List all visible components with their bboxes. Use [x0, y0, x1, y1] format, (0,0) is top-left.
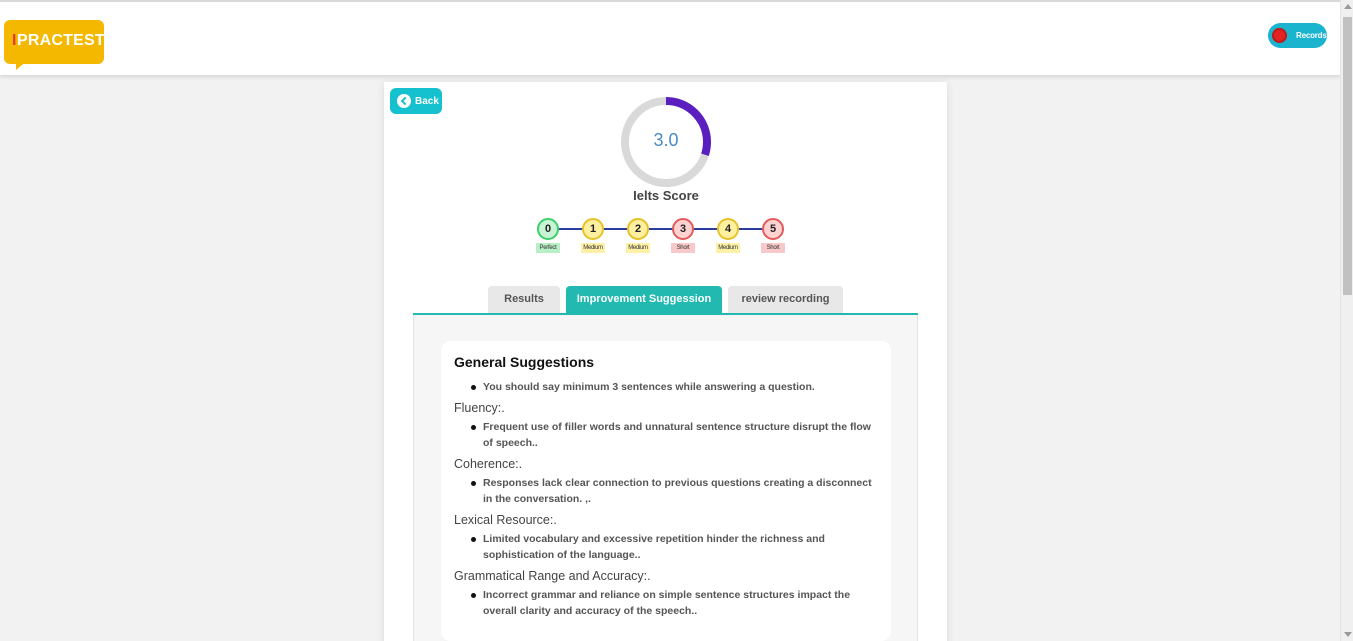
suggestions-card: General Suggestions You should say minim…	[441, 341, 891, 641]
step-status-tag: Medium	[581, 243, 605, 253]
back-arrow-icon	[397, 94, 411, 108]
list-item: Frequent use of filler words and unnatur…	[470, 419, 878, 451]
grammatical-range-list: Incorrect grammar and reliance on simple…	[454, 587, 878, 619]
list-item: Limited vocabulary and excessive repetit…	[470, 531, 878, 563]
result-card: Back 3.0 Ielts Score 0 Perfect 1 Medium 2 Med…	[384, 82, 947, 641]
step-5[interactable]: 5 Short	[761, 218, 785, 253]
section-heading-lexical-resource: Lexical Resource:.	[454, 513, 557, 527]
lexical-resource-list: Limited vocabulary and excessive repetit…	[454, 531, 878, 563]
section-heading-coherence: Coherence:.	[454, 457, 523, 471]
logo-accent: I	[12, 32, 17, 49]
back-button[interactable]: Back	[390, 88, 442, 114]
tab-review-recording[interactable]: review recording	[728, 286, 843, 313]
step-number: 3	[672, 218, 694, 240]
section-heading-grammatical-range: Grammatical Range and Accuracy:.	[454, 569, 651, 583]
record-dot-icon	[1272, 28, 1287, 43]
logo-text: PRACTEST	[17, 32, 105, 49]
question-steps: 0 Perfect 1 Medium 2 Medium 3 Short 4 Medium 5 Shor…	[534, 216, 794, 258]
step-status-tag: Short	[671, 243, 695, 253]
step-status-tag: Short	[761, 243, 785, 253]
step-2[interactable]: 2 Medium	[626, 218, 650, 253]
section-heading-fluency: Fluency:.	[454, 401, 505, 415]
step-1[interactable]: 1 Medium	[581, 218, 605, 253]
fluency-list: Frequent use of filler words and unnatur…	[454, 419, 878, 451]
tab-results[interactable]: Results	[488, 286, 560, 313]
app-logo[interactable]: I PRACTEST	[4, 20, 105, 70]
step-number: 1	[582, 218, 604, 240]
logo-speech-tail	[16, 60, 28, 70]
list-item: Incorrect grammar and reliance on simple…	[470, 587, 878, 619]
step-status-tag: Medium	[626, 243, 650, 253]
step-number: 4	[717, 218, 739, 240]
scroll-up-arrow-icon[interactable]	[1344, 4, 1352, 9]
page-scrollbar[interactable]	[1340, 0, 1353, 641]
scroll-down-arrow-icon[interactable]	[1344, 632, 1352, 637]
step-number: 0	[537, 218, 559, 240]
tab-improvement-suggestion[interactable]: Improvement Suggession	[566, 286, 722, 313]
list-item: You should say minimum 3 sentences while…	[470, 379, 878, 395]
list-item: Responses lack clear connection to previ…	[470, 475, 878, 507]
step-3[interactable]: 3 Short	[671, 218, 695, 253]
scrollbar-thumb[interactable]	[1343, 17, 1352, 295]
general-suggestions-list: You should say minimum 3 sentences while…	[454, 379, 878, 395]
step-status-tag: Perfect	[536, 243, 560, 253]
score-label: Ielts Score	[633, 188, 699, 203]
step-status-tag: Medium	[716, 243, 740, 253]
back-label: Back	[415, 96, 439, 107]
top-bar: I PRACTEST Records	[0, 0, 1340, 75]
step-4[interactable]: 4 Medium	[716, 218, 740, 253]
coherence-list: Responses lack clear connection to previ…	[454, 475, 878, 507]
records-label: Records	[1296, 31, 1327, 40]
step-0[interactable]: 0 Perfect	[536, 218, 560, 253]
suggestions-title: General Suggestions	[454, 354, 595, 370]
tab-bar: Results Improvement Suggession review re…	[413, 286, 918, 315]
step-number: 2	[627, 218, 649, 240]
step-number: 5	[762, 218, 784, 240]
score-value: 3.0	[653, 130, 679, 150]
records-button[interactable]: Records	[1268, 23, 1327, 48]
tab-panel: General Suggestions You should say minim…	[413, 315, 918, 641]
